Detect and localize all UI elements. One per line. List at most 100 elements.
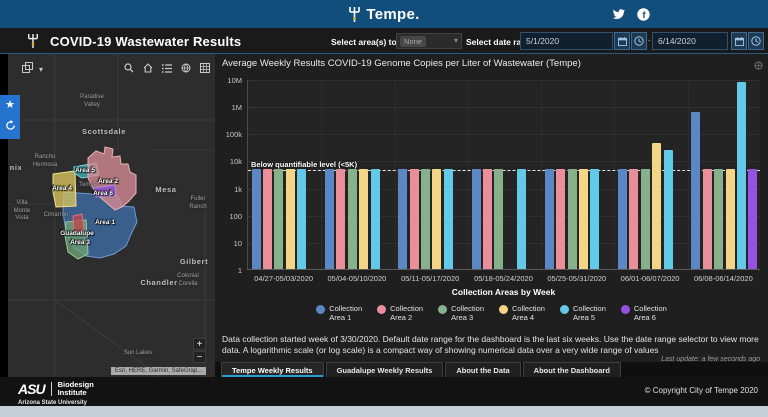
bar[interactable] <box>443 168 453 269</box>
bar[interactable] <box>691 112 701 269</box>
bar[interactable] <box>556 168 566 269</box>
bar[interactable] <box>398 168 408 269</box>
legend-item[interactable]: Collection Area 2 <box>377 304 423 322</box>
zoom-in-button[interactable]: + <box>193 338 206 350</box>
bar[interactable] <box>702 168 712 269</box>
bar[interactable] <box>725 168 735 269</box>
map-place-label: Rancho Hermosa <box>32 154 58 168</box>
y-tick-label: 100 <box>229 211 242 221</box>
legend-list-icon[interactable] <box>162 60 172 78</box>
panel-options-icon[interactable] <box>754 57 763 75</box>
bar[interactable] <box>370 168 380 269</box>
legend-dot-icon <box>438 305 448 314</box>
area-filter-select[interactable]: None ▾ <box>396 33 462 49</box>
bar[interactable] <box>736 81 746 269</box>
asu-university-text: Arizona State University <box>18 399 88 406</box>
zoom-out-button[interactable]: − <box>193 351 206 363</box>
tab-about-the-data[interactable]: About the Data <box>445 362 521 377</box>
legend-label: Collection Area 2 <box>390 304 424 322</box>
bottom-strip <box>0 406 768 417</box>
map-panel[interactable]: ▾ Paradise Valley Scottsdale Rancho Hermos… <box>8 54 215 377</box>
bar[interactable] <box>409 168 419 269</box>
date-end-input[interactable]: 6/14/2020 <box>652 32 728 50</box>
bar[interactable] <box>251 168 261 269</box>
bar[interactable] <box>748 168 758 269</box>
map-place-label: Chandler <box>140 278 178 287</box>
layers-icon[interactable] <box>22 60 33 78</box>
gridline-h <box>248 80 760 81</box>
top-bar: Tempe. f <box>0 0 768 28</box>
legend-item[interactable]: Collection Area 5 <box>559 304 606 322</box>
chart-legend: Collection Area 1 Collection Area 2 Collec… <box>215 304 768 322</box>
bar[interactable] <box>567 168 577 269</box>
bar[interactable] <box>285 168 295 269</box>
y-tick-label: 100k <box>225 130 242 140</box>
chevron-down-icon[interactable]: ▾ <box>39 65 43 74</box>
bar[interactable] <box>263 168 273 269</box>
dashboard-notes: Data collection started week of 3/30/202… <box>222 334 759 356</box>
globe-icon[interactable] <box>181 60 191 78</box>
bar[interactable] <box>347 168 357 269</box>
legend-item[interactable]: Collection Area 6 <box>620 304 667 322</box>
legend-dot-icon <box>559 305 569 314</box>
tab-bar: Tempe Weekly Results Guadalupe Weekly Re… <box>215 362 768 377</box>
bar[interactable] <box>494 168 504 269</box>
bar[interactable] <box>544 168 554 269</box>
bar[interactable] <box>618 168 628 269</box>
app-logo-icon <box>26 33 40 54</box>
x-tick-label: 05/18-05/24/2020 <box>474 274 533 283</box>
clock-icon[interactable] <box>631 32 647 50</box>
bar[interactable] <box>590 168 600 269</box>
bar[interactable] <box>297 168 307 269</box>
bar[interactable] <box>629 168 639 269</box>
map-area-label: Area 3 <box>70 239 90 246</box>
logo-divider <box>50 382 52 397</box>
legend-item[interactable]: Collection Area 4 <box>499 304 545 322</box>
bar[interactable] <box>421 168 430 269</box>
calendar-icon[interactable] <box>614 32 630 50</box>
date-start-input[interactable]: 5/1/2020 <box>520 32 613 50</box>
bookmark-star-icon[interactable]: ★ <box>5 99 15 111</box>
bar[interactable] <box>517 168 527 269</box>
tab-guadalupe-weekly-results[interactable]: Guadalupe Weekly Results <box>325 362 444 377</box>
tab-about-the-dashboard[interactable]: About the Dashboard <box>522 362 621 377</box>
bar[interactable] <box>324 168 334 269</box>
clock-icon[interactable] <box>748 32 764 50</box>
map-area-label: Area 1 <box>95 219 115 226</box>
bar[interactable] <box>663 149 673 269</box>
twitter-icon[interactable] <box>612 8 625 20</box>
bar[interactable] <box>471 168 481 269</box>
legend-item[interactable]: Collection Area 3 <box>438 304 484 322</box>
home-icon[interactable] <box>143 60 153 78</box>
bar[interactable] <box>359 168 369 269</box>
tempe-pitchfork-icon <box>349 6 361 22</box>
legend-item[interactable]: Collection Area 1 <box>316 304 362 322</box>
bar[interactable] <box>336 168 346 269</box>
search-icon[interactable] <box>124 60 134 78</box>
bar[interactable] <box>274 168 284 269</box>
legend-dot-icon <box>316 305 326 314</box>
legend-label: Collection Area 3 <box>451 304 484 322</box>
bar[interactable] <box>714 168 724 269</box>
x-tick-label: 05/04-05/10/2020 <box>327 274 387 283</box>
bar[interactable] <box>640 168 650 269</box>
chart-plot: Below quantifiable level (<5K) <box>247 80 760 270</box>
bar[interactable] <box>578 168 588 269</box>
bar[interactable] <box>652 142 662 269</box>
tempe-logo[interactable]: Tempe. <box>0 0 768 28</box>
calendar-icon[interactable] <box>731 32 747 50</box>
basemap-grid-icon[interactable] <box>200 60 210 78</box>
bar[interactable] <box>482 168 492 269</box>
map-place-label: nix <box>9 163 23 172</box>
bar[interactable] <box>432 168 442 269</box>
footer: ASU Biodesign Institute Arizona State Un… <box>0 377 768 406</box>
map-place-label: Scottsdale <box>82 127 126 136</box>
map-place-label: Paradise Valley <box>80 94 104 108</box>
y-tick-label: 10M <box>227 76 242 85</box>
refresh-icon[interactable] <box>5 120 16 134</box>
tab-tempe-weekly-results[interactable]: Tempe Weekly Results <box>221 362 324 377</box>
facebook-icon[interactable]: f <box>637 7 650 21</box>
map-area-label: Area 5 <box>75 167 95 174</box>
y-tick-label: 1 <box>237 266 242 275</box>
asu-biodesign-logo[interactable]: ASU Biodesign Institute Arizona State Un… <box>18 380 94 406</box>
